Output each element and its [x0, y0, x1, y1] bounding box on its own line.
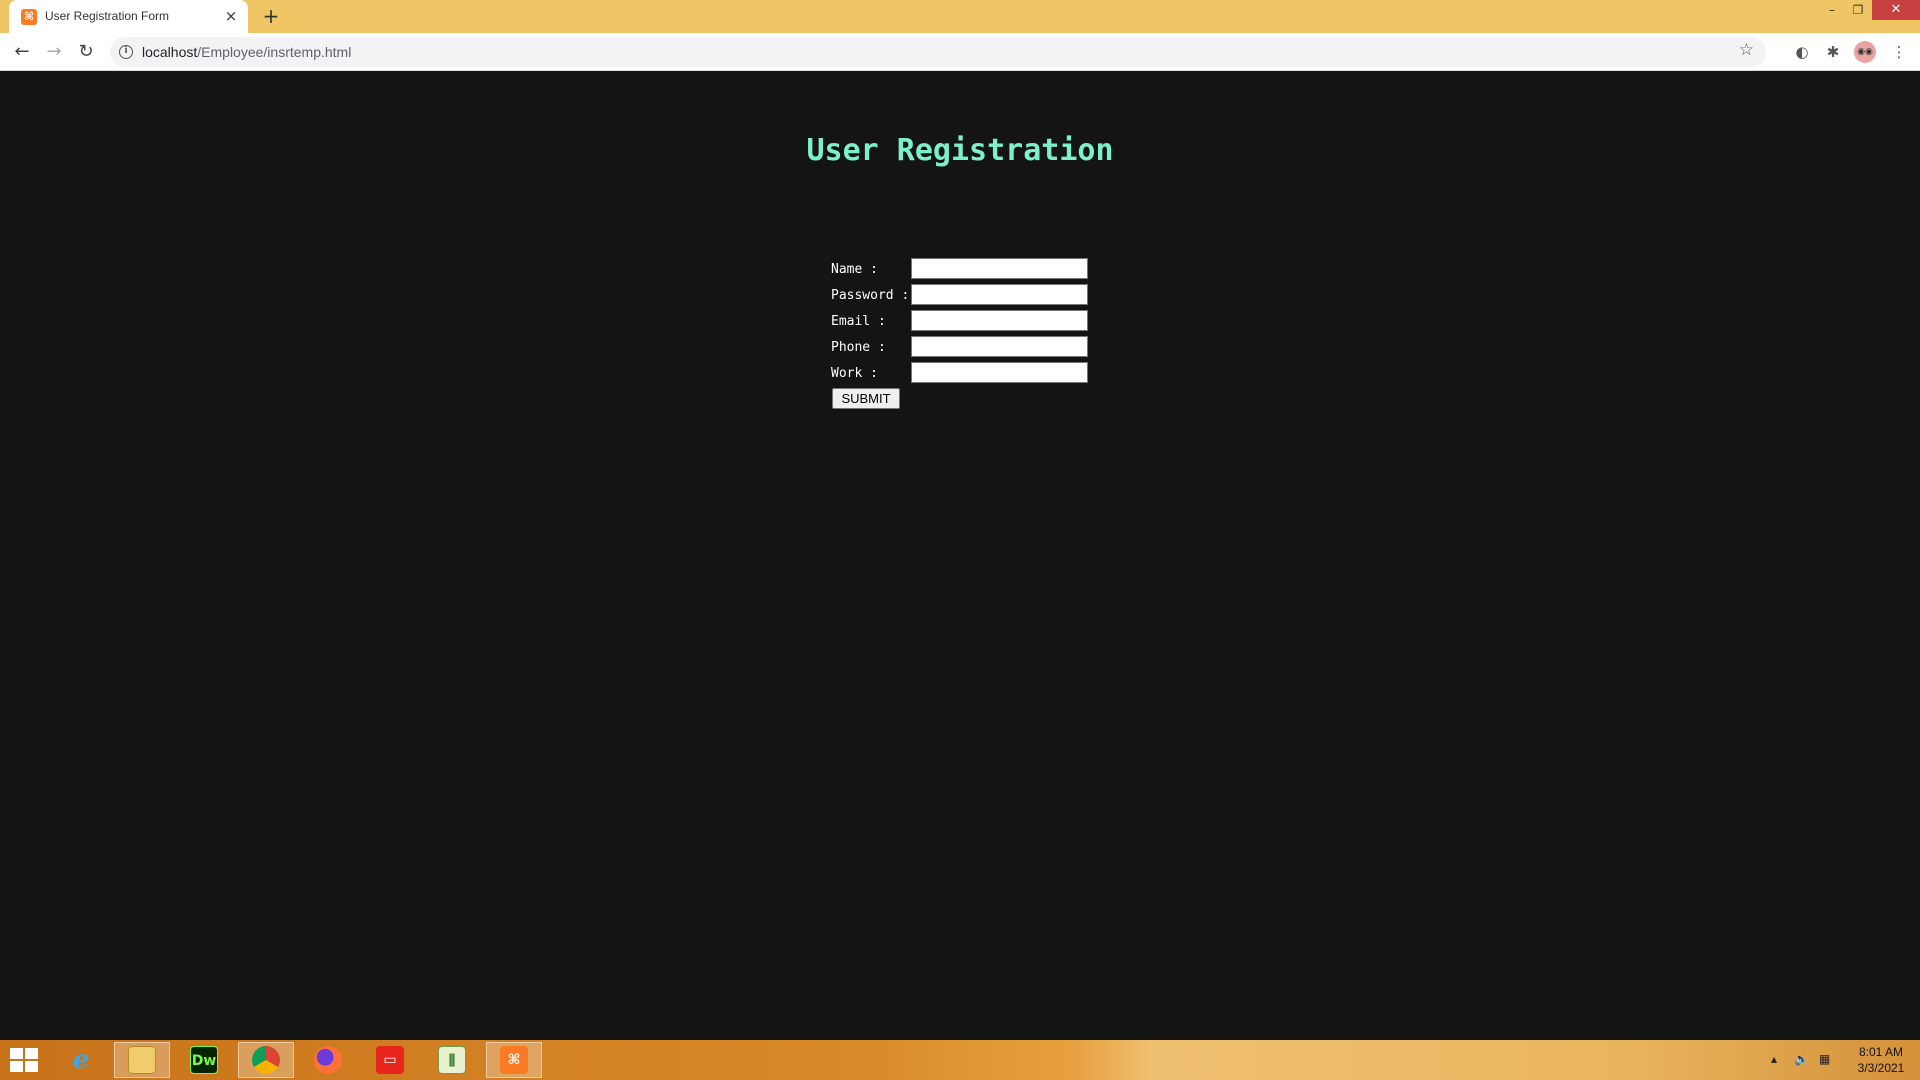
back-button[interactable]: ←	[10, 40, 34, 64]
browser-tab[interactable]: ⌘ User Registration Form ×	[9, 0, 248, 33]
reload-icon: ↻	[78, 41, 94, 62]
forward-button[interactable]: →	[42, 40, 66, 64]
taskbar-oracle[interactable]: ▭	[362, 1042, 418, 1078]
xampp-icon: ⌘	[500, 1046, 528, 1074]
browser-toolbar: ← → ↻ i localhost/Employee/insrtemp.html…	[0, 33, 1920, 71]
taskbar-clock[interactable]: 8:01 AM 3/3/2021	[1848, 1044, 1914, 1076]
reload-button[interactable]: ↻	[74, 40, 98, 64]
email-input[interactable]	[911, 310, 1088, 331]
taskbar-chrome[interactable]	[238, 1042, 294, 1078]
puzzle-icon[interactable]: ✱	[1822, 41, 1844, 63]
network-icon[interactable]: ▦	[1819, 1052, 1830, 1066]
submit-button[interactable]: SUBMIT	[832, 388, 900, 409]
phone-input[interactable]	[911, 336, 1088, 357]
restore-button[interactable]: ❐	[1845, 0, 1871, 20]
folder-icon	[128, 1046, 156, 1074]
internet-explorer-icon: ℯ	[72, 1045, 90, 1075]
clock-date: 3/3/2021	[1857, 1061, 1905, 1075]
tab-title: User Registration Form	[45, 9, 170, 23]
address-bar[interactable]: i localhost/Employee/insrtemp.html ☆	[110, 37, 1766, 67]
start-button[interactable]	[10, 1048, 40, 1074]
minimize-button[interactable]: –	[1819, 0, 1845, 20]
url-text[interactable]: localhost/Employee/insrtemp.html	[142, 44, 351, 60]
taskbar-firefox[interactable]	[300, 1042, 356, 1078]
windows-logo-icon	[10, 1048, 23, 1059]
taskbar-xampp[interactable]: ⌘	[486, 1042, 542, 1078]
windows-taskbar: ℯ Dw ▭ ⫼ ⌘ ▴ 🔈 ▦ 8:01 AM 3/3/2021	[0, 1040, 1920, 1080]
work-label: Work :	[831, 366, 878, 381]
close-tab-icon[interactable]: ×	[222, 7, 240, 25]
taskbar-dreamweaver[interactable]: Dw	[176, 1042, 232, 1078]
chrome-icon	[252, 1046, 280, 1074]
xampp-icon: ⌘	[21, 9, 37, 25]
arrow-left-icon: ←	[14, 41, 30, 62]
taskbar-internet-explorer[interactable]: ℯ	[53, 1042, 109, 1078]
taskbar-task-manager[interactable]: ⫼	[424, 1042, 480, 1078]
extension-icon[interactable]: ◐	[1791, 41, 1813, 63]
phone-label: Phone :	[831, 340, 886, 355]
clock-time: 8:01 AM	[1858, 1045, 1904, 1059]
bookmark-star-icon[interactable]: ☆	[1739, 40, 1754, 60]
window-close-button[interactable]: ✕	[1872, 0, 1920, 20]
oracle-icon: ▭	[376, 1046, 404, 1074]
page-title: User Registration	[806, 133, 1114, 168]
browser-tabstrip: ⌘ User Registration Form × + – ❐ ✕	[0, 0, 1920, 33]
name-input[interactable]	[911, 258, 1088, 279]
volume-icon[interactable]: 🔈	[1794, 1052, 1809, 1066]
taskbar-file-explorer[interactable]	[114, 1042, 170, 1078]
arrow-right-icon: →	[46, 41, 62, 62]
password-input[interactable]	[911, 284, 1088, 305]
page-content: User Registration Name : Password : Emai…	[0, 71, 1920, 1040]
info-icon[interactable]: i	[119, 45, 133, 59]
menu-kebab-icon[interactable]: ⋮	[1888, 41, 1910, 63]
name-label: Name :	[831, 262, 878, 277]
new-tab-button[interactable]: +	[260, 5, 282, 27]
chevron-up-icon[interactable]: ▴	[1771, 1052, 1777, 1066]
firefox-icon	[314, 1046, 342, 1074]
task-manager-icon: ⫼	[438, 1046, 466, 1074]
password-label: Password :	[831, 288, 910, 303]
email-label: Email :	[831, 314, 886, 329]
profile-avatar[interactable]: ◉◉	[1854, 41, 1876, 63]
work-input[interactable]	[911, 362, 1088, 383]
dreamweaver-icon: Dw	[190, 1046, 218, 1074]
